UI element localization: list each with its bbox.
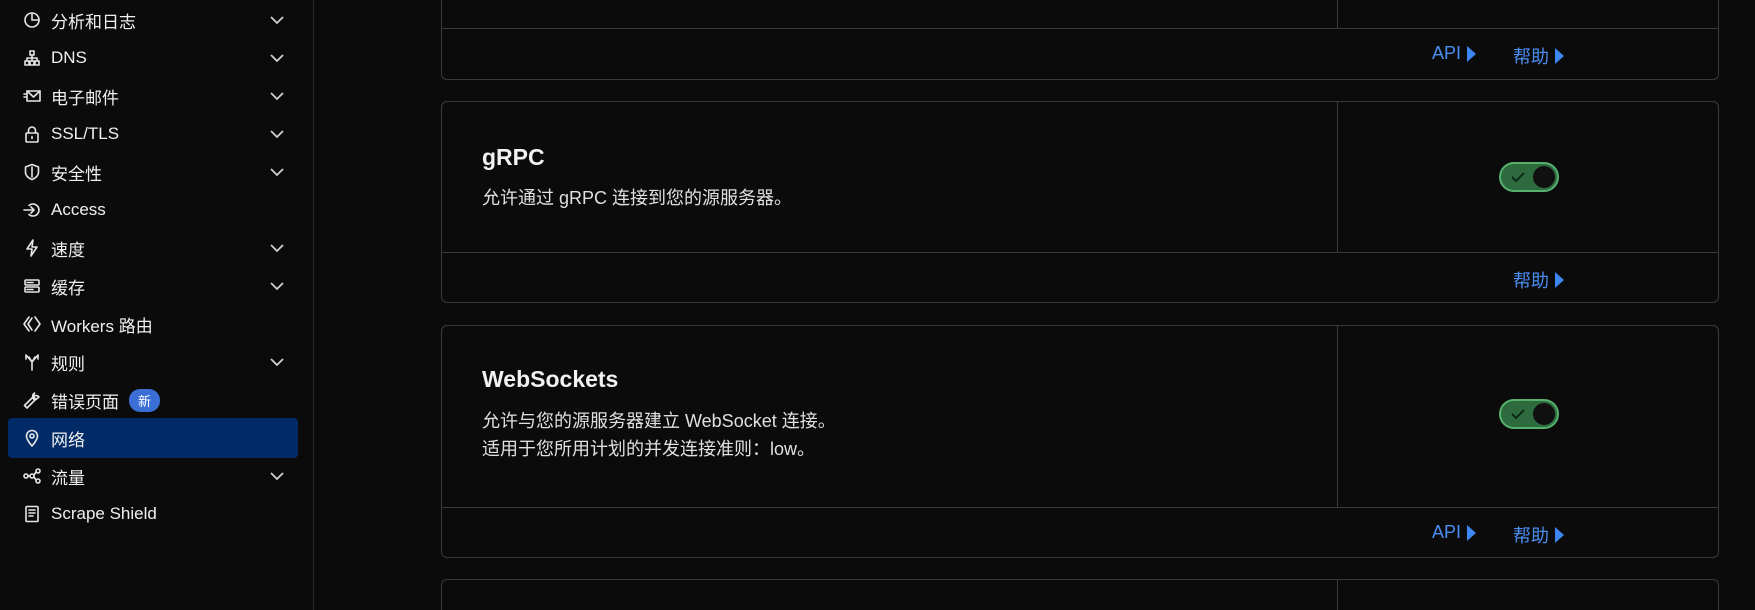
api-link-label: API — [1432, 522, 1462, 542]
sidebar-item-label: 缓存 — [51, 278, 85, 298]
sidebar-item-scrape-shield[interactable]: Scrape Shield — [8, 494, 298, 534]
chevron-down-icon[interactable] — [268, 87, 286, 105]
app-root: 分析和日志 DNS 电子邮件 SSL/TLS 安全性 Access 速度 缓存 … — [0, 0, 1755, 610]
card-title: WebSockets — [482, 366, 619, 392]
sidebar-item-label: 流量 — [51, 468, 85, 488]
traffic-icon — [18, 464, 46, 488]
toggle-knob — [1533, 166, 1555, 188]
main-content: API 帮助 gRPC 允许通过 gRPC 连接到您的源服务器。 帮助 WebS… — [315, 0, 1755, 610]
setting-card-next — [441, 579, 1719, 610]
sidebar-item-ssl-tls[interactable]: SSL/TLS — [8, 114, 298, 154]
card-body: WebSockets 允许与您的源服务器建立 WebSocket 连接。 适用于… — [442, 326, 1718, 508]
card-body — [442, 0, 1718, 29]
api-link[interactable]: API — [1432, 522, 1477, 543]
help-link-label: 帮助 — [1513, 271, 1549, 291]
sidebar-item-access[interactable]: Access — [8, 190, 298, 230]
sidebar: 分析和日志 DNS 电子邮件 SSL/TLS 安全性 Access 速度 缓存 … — [0, 0, 314, 610]
sidebar-item-label: 网络 — [51, 430, 85, 450]
card-footer: API 帮助 — [442, 29, 1718, 79]
rules-icon — [18, 350, 46, 374]
location-pin-icon — [18, 426, 46, 450]
sidebar-item-security[interactable]: 安全性 — [8, 152, 298, 192]
sidebar-item-workers-routes[interactable]: Workers 路由 — [8, 304, 298, 344]
help-link-label: 帮助 — [1513, 526, 1549, 546]
caret-right-icon — [1555, 527, 1564, 543]
help-link[interactable]: 帮助 — [1513, 522, 1564, 548]
new-badge: 新 — [129, 388, 161, 412]
toggle-knob — [1533, 403, 1555, 425]
caret-right-icon — [1555, 272, 1564, 288]
card-footer: 帮助 — [442, 253, 1718, 303]
card-footer: API 帮助 — [442, 508, 1718, 558]
email-icon — [18, 84, 46, 108]
access-icon — [18, 198, 46, 222]
grpc-toggle[interactable] — [1499, 162, 1559, 192]
chart-pie-icon — [18, 8, 46, 32]
help-link[interactable]: 帮助 — [1513, 267, 1564, 293]
caret-right-icon — [1555, 48, 1564, 64]
chevron-down-icon[interactable] — [268, 353, 286, 371]
workers-icon — [18, 312, 46, 336]
chevron-down-icon[interactable] — [268, 11, 286, 29]
sidebar-item-analytics[interactable]: 分析和日志 — [8, 0, 298, 40]
setting-card-grpc: gRPC 允许通过 gRPC 连接到您的源服务器。 帮助 — [441, 101, 1719, 303]
lock-icon — [18, 122, 46, 146]
sidebar-item-email[interactable]: 电子邮件 — [8, 76, 298, 116]
document-icon — [18, 502, 46, 526]
cache-icon — [18, 274, 46, 298]
card-description-line1: 允许与您的源服务器建立 WebSocket 连接。 — [482, 411, 836, 431]
sidebar-item-label: 速度 — [51, 240, 85, 260]
card-body — [442, 580, 1718, 610]
check-icon — [1510, 407, 1526, 421]
card-body: gRPC 允许通过 gRPC 连接到您的源服务器。 — [442, 102, 1718, 253]
chevron-down-icon[interactable] — [268, 125, 286, 143]
websockets-toggle[interactable] — [1499, 399, 1559, 429]
check-icon — [1510, 170, 1526, 184]
sidebar-item-label: 错误页面 — [51, 392, 119, 412]
sidebar-item-error-pages[interactable]: 错误页面 新 — [8, 380, 298, 420]
chevron-down-icon[interactable] — [268, 277, 286, 295]
card-divider — [1337, 102, 1338, 252]
shield-icon — [18, 160, 46, 184]
sidebar-item-label: 规则 — [51, 354, 85, 374]
sidebar-item-label: 安全性 — [51, 164, 102, 184]
help-link-label: 帮助 — [1513, 47, 1549, 67]
chevron-down-icon[interactable] — [268, 467, 286, 485]
api-link-label: API — [1432, 43, 1462, 63]
api-link[interactable]: API — [1432, 43, 1477, 64]
card-description-line2: 适用于您所用计划的并发连接准则：low。 — [482, 439, 816, 459]
sidebar-item-label: 电子邮件 — [51, 88, 119, 108]
sidebar-item-dns[interactable]: DNS — [8, 38, 298, 78]
card-divider — [1337, 0, 1338, 28]
wrench-icon — [18, 388, 46, 412]
card-title: gRPC — [482, 144, 545, 170]
sidebar-item-rules[interactable]: 规则 — [8, 342, 298, 382]
sidebar-item-network[interactable]: 网络 — [8, 418, 298, 458]
chevron-down-icon[interactable] — [268, 163, 286, 181]
help-link[interactable]: 帮助 — [1513, 43, 1564, 69]
chevron-down-icon[interactable] — [268, 239, 286, 257]
caret-right-icon — [1467, 524, 1477, 541]
sidebar-item-label: DNS — [51, 48, 87, 67]
card-divider — [1337, 580, 1338, 610]
sidebar-item-label: Scrape Shield — [51, 504, 157, 523]
chevron-down-icon[interactable] — [268, 49, 286, 67]
sidebar-item-label: SSL/TLS — [51, 124, 120, 143]
sidebar-item-label: 分析和日志 — [51, 12, 136, 32]
sidebar-item-label: Workers 路由 — [51, 316, 153, 336]
sidebar-item-cache[interactable]: 缓存 — [8, 266, 298, 306]
caret-right-icon — [1467, 45, 1477, 62]
sitemap-icon — [18, 46, 46, 70]
setting-card-previous: API 帮助 — [441, 0, 1719, 80]
sidebar-item-label: Access — [51, 200, 106, 219]
card-description: 允许通过 gRPC 连接到您的源服务器。 — [482, 188, 793, 208]
card-divider — [1337, 326, 1338, 507]
bolt-icon — [18, 236, 46, 260]
setting-card-websockets: WebSockets 允许与您的源服务器建立 WebSocket 连接。 适用于… — [441, 325, 1719, 558]
sidebar-item-speed[interactable]: 速度 — [8, 228, 298, 268]
sidebar-item-traffic[interactable]: 流量 — [8, 456, 298, 496]
